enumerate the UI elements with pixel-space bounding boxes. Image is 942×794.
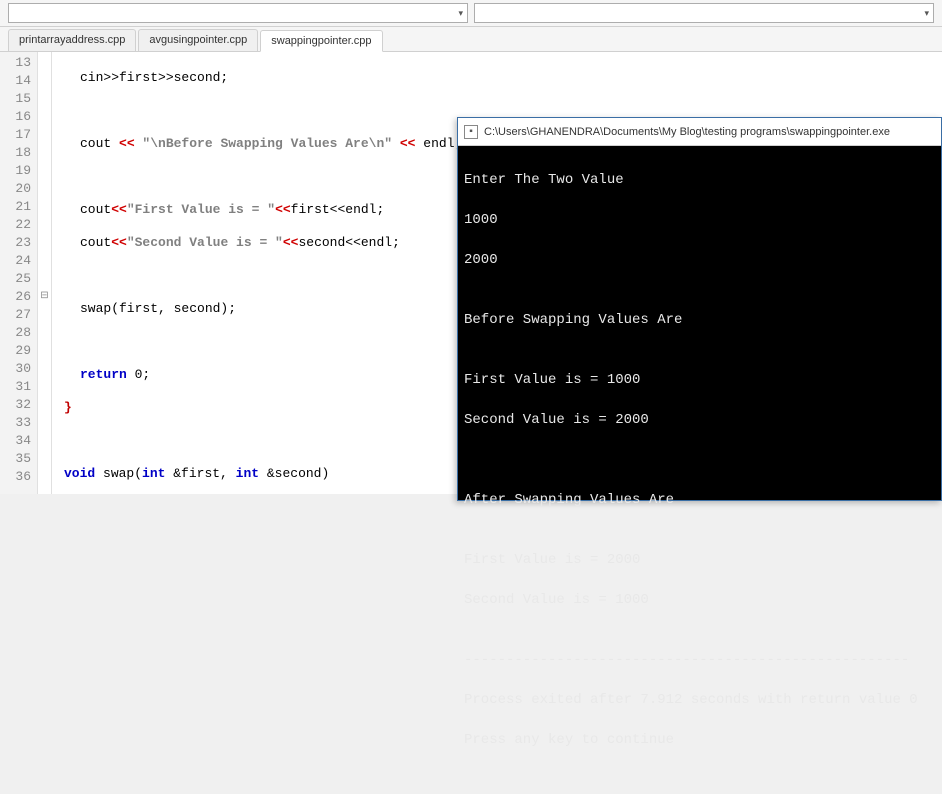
console-line: 1000 bbox=[464, 210, 935, 230]
line-number: 15 bbox=[0, 90, 37, 108]
toolbar-combos: ▾ ▾ bbox=[0, 0, 942, 27]
console-titlebar[interactable]: ▪ C:\Users\GHANENDRA\Documents\My Blog\t… bbox=[458, 118, 941, 146]
console-line: First Value is = 2000 bbox=[464, 550, 935, 570]
code-line: cin>>first>>second; bbox=[52, 69, 942, 87]
line-number: 25 bbox=[0, 270, 37, 288]
console-line: Enter The Two Value bbox=[464, 170, 935, 190]
line-number: 14 bbox=[0, 72, 37, 90]
line-number: 22 bbox=[0, 216, 37, 234]
line-number: 24 bbox=[0, 252, 37, 270]
line-number: 16 bbox=[0, 108, 37, 126]
line-number: 35 bbox=[0, 450, 37, 468]
member-combo[interactable]: ▾ bbox=[474, 3, 934, 23]
line-number: 26 bbox=[0, 288, 37, 306]
line-number: 32 bbox=[0, 396, 37, 414]
console-line: Before Swapping Values Are bbox=[464, 310, 935, 330]
scope-combo[interactable]: ▾ bbox=[8, 3, 468, 23]
fold-column: ⊟ bbox=[38, 52, 52, 494]
line-number: 19 bbox=[0, 162, 37, 180]
chevron-down-icon: ▾ bbox=[458, 8, 463, 19]
line-number: 18 bbox=[0, 144, 37, 162]
line-number: 33 bbox=[0, 414, 37, 432]
console-press-key-line: Press any key to continue bbox=[464, 730, 935, 750]
console-line: After Swapping Values Are bbox=[464, 490, 935, 510]
console-line: 2000 bbox=[464, 250, 935, 270]
fold-toggle-icon[interactable]: ⊟ bbox=[38, 288, 51, 306]
line-number: 20 bbox=[0, 180, 37, 198]
line-number: 30 bbox=[0, 360, 37, 378]
line-number: 13 bbox=[0, 54, 37, 72]
line-number: 23 bbox=[0, 234, 37, 252]
console-window[interactable]: ▪ C:\Users\GHANENDRA\Documents\My Blog\t… bbox=[457, 117, 942, 501]
tab-avgusingpointer[interactable]: avgusingpointer.cpp bbox=[138, 29, 258, 51]
console-exit-line: Process exited after 7.912 seconds with … bbox=[464, 690, 935, 710]
tab-printarrayaddress[interactable]: printarrayaddress.cpp bbox=[8, 29, 136, 51]
console-title-text: C:\Users\GHANENDRA\Documents\My Blog\tes… bbox=[484, 126, 890, 138]
line-number: 29 bbox=[0, 342, 37, 360]
line-number: 31 bbox=[0, 378, 37, 396]
line-number: 34 bbox=[0, 432, 37, 450]
tab-bar: printarrayaddress.cpp avgusingpointer.cp… bbox=[0, 27, 942, 52]
line-number-gutter: 13 14 15 16 17 18 19 20 21 22 23 24 25 2… bbox=[0, 52, 38, 494]
console-separator: ----------------------------------------… bbox=[464, 650, 935, 670]
console-line: Second Value is = 1000 bbox=[464, 590, 935, 610]
console-line: Second Value is = 2000 bbox=[464, 410, 935, 430]
console-line: First Value is = 1000 bbox=[464, 370, 935, 390]
console-output: Enter The Two Value 1000 2000 Before Swa… bbox=[458, 146, 941, 794]
line-number: 27 bbox=[0, 306, 37, 324]
line-number: 21 bbox=[0, 198, 37, 216]
line-number: 17 bbox=[0, 126, 37, 144]
line-number: 36 bbox=[0, 468, 37, 486]
line-number: 28 bbox=[0, 324, 37, 342]
console-app-icon: ▪ bbox=[464, 125, 478, 139]
tab-swappingpointer[interactable]: swappingpointer.cpp bbox=[260, 30, 382, 52]
chevron-down-icon: ▾ bbox=[924, 8, 929, 19]
